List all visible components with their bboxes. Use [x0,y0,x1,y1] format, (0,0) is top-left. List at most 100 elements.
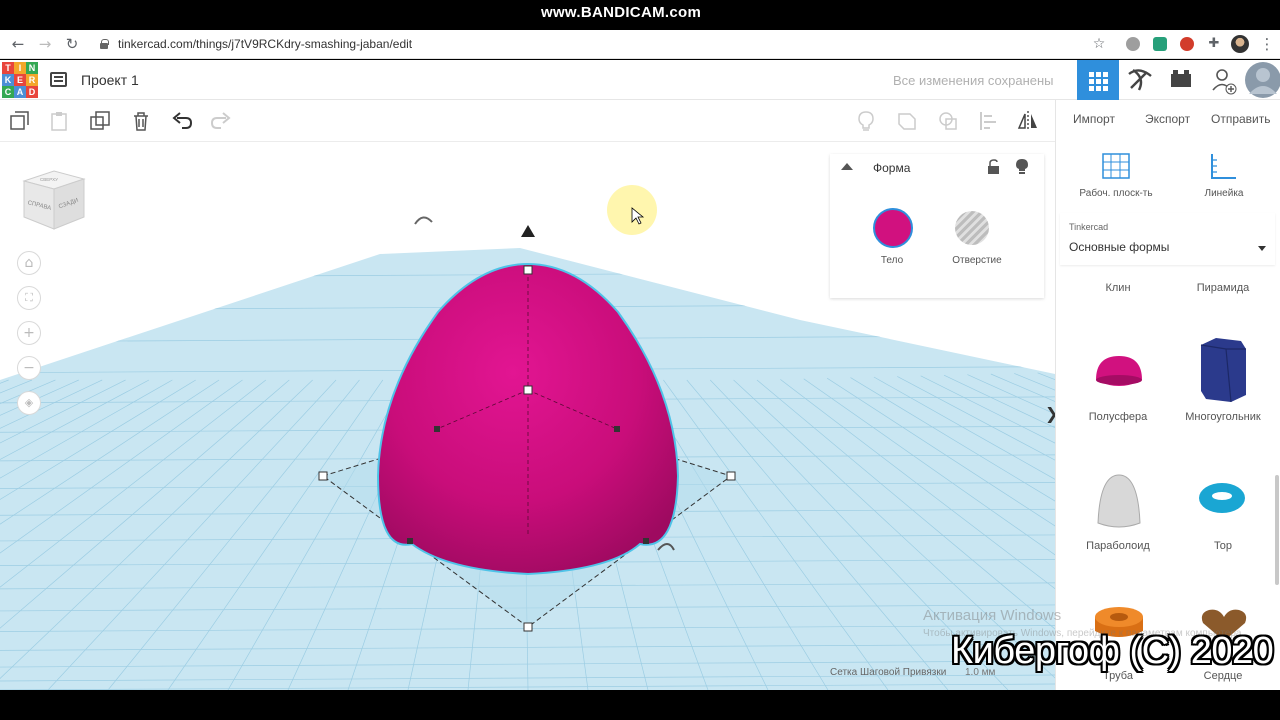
bottom-bar [0,690,1280,720]
delete-icon[interactable] [130,110,152,132]
screen-frame: ← → ↻ tinkercad.com/things/j7tV9RCKdry-s… [0,0,1280,720]
corner-handle-left[interactable] [318,471,328,481]
shapes-panel: Импорт Экспорт Отправить Рабоч. плоск-ть… [1055,100,1280,690]
collapse-caret-icon[interactable] [841,163,853,170]
extension-shield-icon[interactable] [1153,37,1167,51]
center-handle[interactable] [523,385,533,395]
app-header: T I N K E R C A D Проект 1 Все изменения… [0,60,1280,100]
align-icon[interactable] [978,110,1000,132]
edge-handle[interactable] [643,538,649,544]
solid-label: Тело [880,255,904,266]
tinkercad-logo[interactable]: T I N K E R C A D [2,62,38,98]
bricks-icon[interactable] [1160,60,1202,100]
shape-panel-title: Форма [873,161,911,175]
view-cube[interactable]: СВЕРХУ СПРАВА СЗАДИ [20,167,86,233]
shapes-scrollbar[interactable] [1275,475,1279,585]
workplane-tool-icon[interactable] [1101,152,1131,182]
rotate-handle-icon[interactable] [414,216,433,225]
library-name: Основные формы [1069,240,1170,254]
paste-icon[interactable] [48,110,70,132]
pickaxe-icon[interactable] [1119,60,1161,100]
cube-top-label: СВЕРХУ [40,177,58,182]
add-user-icon[interactable] [1202,60,1244,100]
ortho-view-icon[interactable]: ◈ [17,391,41,415]
project-title[interactable]: Проект 1 [81,72,139,88]
logo-letter: R [26,74,38,86]
mirror-icon[interactable] [1017,110,1039,132]
library-source: Tinkercad [1069,222,1109,232]
lift-arrow-icon[interactable] [521,225,535,237]
shape-polygon-label[interactable]: Многоугольник [1173,411,1273,423]
panel-collapse-chevron-icon[interactable]: ❯ [1045,404,1055,423]
import-button[interactable]: Импорт [1073,112,1115,126]
forward-icon[interactable]: → [36,35,54,53]
corner-handle-right[interactable] [726,471,736,481]
shape-paraboloid-label[interactable]: Параболоид [1068,540,1168,552]
logo-letter: T [2,62,14,74]
redo-icon[interactable] [210,110,232,132]
copyright-overlay: Кибергоф (С) 2020 [951,630,1274,672]
logo-letter: C [2,86,14,98]
shape-inspector-panel: Форма Тело Отверстие [830,154,1044,298]
top-handle[interactable] [523,265,533,275]
user-avatar[interactable] [1243,60,1280,100]
reload-icon[interactable]: ↻ [63,35,81,53]
shape-library-select[interactable]: Tinkercad Основные формы [1060,213,1275,265]
lightbulb-icon[interactable] [855,110,877,132]
hole-swatch[interactable] [955,211,989,245]
chevron-down-icon [1258,246,1266,251]
home-view-icon[interactable]: ⌂ [17,251,41,275]
design-list-icon[interactable] [50,72,67,87]
grid-snap-label: Сетка Шаговой Привязки [830,667,947,678]
shape-torus-label[interactable]: Тор [1173,540,1273,552]
bookmark-star-icon[interactable]: ☆ [1090,35,1108,53]
edge-handle[interactable] [614,426,620,432]
shape-hemisphere-label[interactable]: Полусфера [1068,411,1168,423]
visibility-bulb-icon[interactable] [1015,158,1029,175]
workplane-viewport[interactable]: СВЕРХУ СПРАВА СЗАДИ ⌂ ⛶ + − ◈ Форма Тело… [0,142,1055,690]
ruler-tool-icon[interactable] [1208,152,1238,182]
edge-handle[interactable] [407,538,413,544]
back-icon[interactable]: ← [9,35,27,53]
save-status: Все изменения сохранены [893,73,1054,88]
ruler-tool-label[interactable]: Линейка [1169,188,1279,199]
lock-shape-icon[interactable] [987,159,1001,175]
hemisphere-shape-icon[interactable] [1094,352,1144,394]
corner-handle-front[interactable] [523,622,533,632]
lock-icon [100,39,109,49]
zoom-out-icon[interactable]: − [17,356,41,380]
zoom-in-icon[interactable]: + [17,321,41,345]
browser-menu-icon[interactable]: ⋮ [1258,35,1276,53]
group-icon[interactable] [896,110,918,132]
3d-view-grid-button[interactable] [1077,60,1119,100]
duplicate-icon[interactable] [89,110,111,132]
edge-handle[interactable] [434,426,440,432]
send-button[interactable]: Отправить [1211,112,1271,126]
undo-icon[interactable] [171,110,193,132]
extension-block-icon[interactable] [1180,37,1194,51]
paraboloid-shape-icon[interactable] [1094,473,1144,533]
extension-abp-icon[interactable] [1126,37,1140,51]
shape-wedge-label[interactable]: Клин [1068,282,1168,294]
browser-profile-avatar[interactable] [1231,35,1249,53]
logo-letter: N [26,62,38,74]
import-export-bar: Импорт Экспорт Отправить [1056,100,1280,142]
workplane-tool-label[interactable]: Рабоч. плоск-ть [1061,188,1171,199]
address-bar[interactable]: tinkercad.com/things/j7tV9RCKdry-smashin… [118,37,412,51]
extensions-puzzle-icon[interactable]: ✚ [1205,35,1223,53]
polygon-shape-icon[interactable] [1196,335,1250,405]
fit-view-icon[interactable]: ⛶ [17,286,41,310]
shape-pyramid-label[interactable]: Пирамида [1173,282,1273,294]
ungroup-icon[interactable] [937,110,959,132]
copy-icon[interactable] [9,110,31,132]
logo-letter: I [14,62,26,74]
logo-letter: D [26,86,38,98]
browser-bar: ← → ↻ tinkercad.com/things/j7tV9RCKdry-s… [0,30,1280,59]
logo-letter: E [14,74,26,86]
export-button[interactable]: Экспорт [1145,112,1190,126]
windows-activation-title: Активация Windows [923,607,1062,624]
logo-letter: K [2,74,14,86]
torus-shape-icon[interactable] [1197,480,1247,516]
edit-toolbar [0,100,1055,142]
solid-color-swatch[interactable] [873,208,913,248]
